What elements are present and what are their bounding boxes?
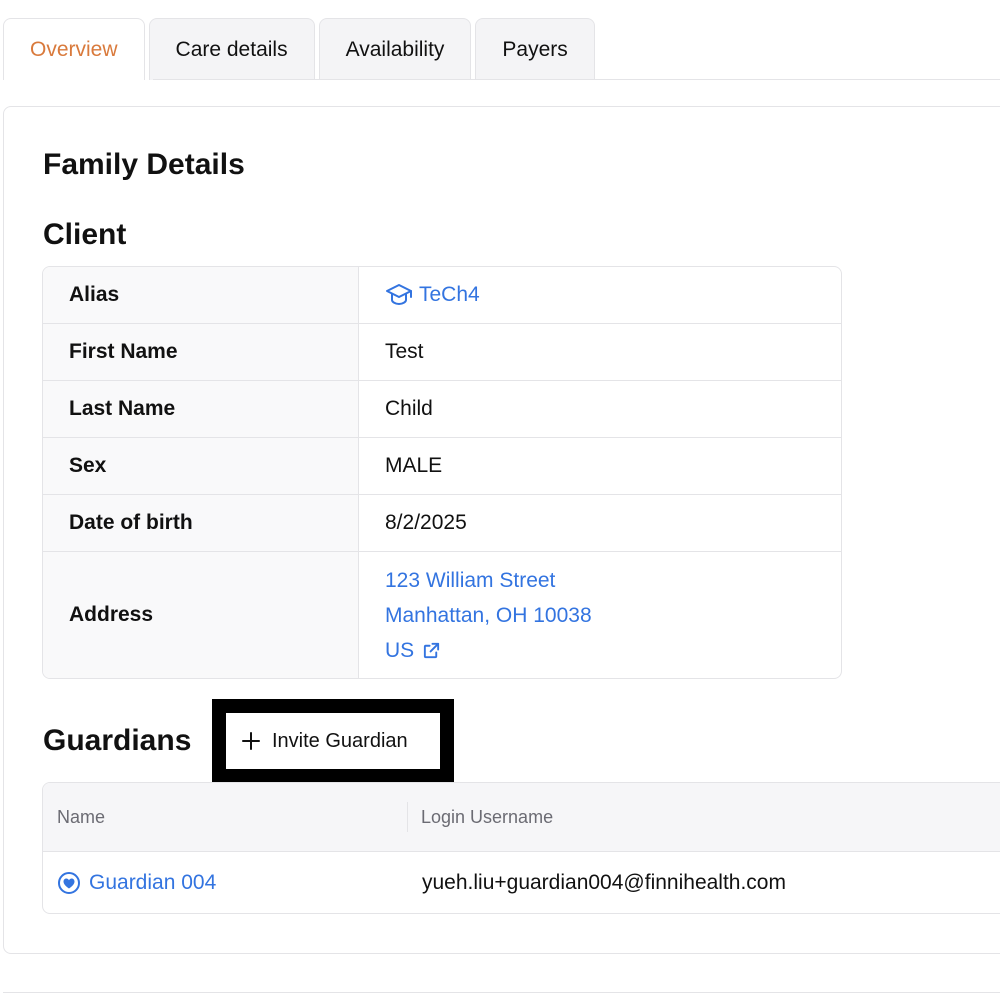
last-name-value: Child — [385, 397, 433, 420]
tab-care-details[interactable]: Care details — [148, 18, 315, 80]
tab-payers[interactable]: Payers — [475, 18, 595, 80]
client-row-dob: Date of birth 8/2/2025 — [43, 495, 841, 552]
client-row-address: Address 123 William Street Manhattan, OH… — [43, 552, 841, 678]
client-details-table: Alias TeCh4 First Name Test Last Name Ch… — [42, 266, 842, 679]
graduation-cap-icon — [385, 283, 413, 307]
dob-value: 8/2/2025 — [385, 511, 467, 534]
alias-link[interactable]: TeCh4 — [359, 267, 841, 323]
last-name-label: Last Name — [43, 381, 359, 437]
external-link-icon — [422, 641, 441, 660]
address-value: 123 William Street Manhattan, OH 10038 U… — [359, 552, 841, 678]
dob-label: Date of birth — [43, 495, 359, 551]
guardians-table: Name Login Username Guardian 004 yueh.li… — [42, 782, 1000, 914]
guardians-table-header: Name Login Username — [43, 783, 1000, 852]
guardian-login: yueh.liu+guardian004@finnihealth.com — [422, 871, 786, 894]
column-header-name[interactable]: Name — [43, 783, 407, 851]
plus-icon — [240, 730, 262, 752]
sex-value: MALE — [385, 454, 443, 477]
guardian-name: Guardian 004 — [89, 871, 217, 894]
tab-availability[interactable]: Availability — [318, 18, 472, 80]
tab-divider — [153, 79, 1000, 80]
invite-guardian-button[interactable]: Invite Guardian — [226, 713, 440, 769]
heart-circle-icon — [57, 871, 81, 895]
address-line-2: Manhattan, OH 10038 — [385, 603, 592, 627]
table-row: Guardian 004 yueh.liu+guardian004@finnih… — [43, 852, 1000, 913]
first-name-value: Test — [385, 340, 424, 363]
alias-label: Alias — [43, 267, 359, 323]
tab-bar: Overview Care details Availability Payer… — [3, 18, 595, 80]
client-row-sex: Sex MALE — [43, 438, 841, 495]
address-link[interactable]: 123 William Street Manhattan, OH 10038 U… — [385, 568, 592, 663]
bottom-divider — [3, 992, 1000, 993]
invite-guardian-label: Invite Guardian — [272, 729, 408, 752]
client-row-first-name: First Name Test — [43, 324, 841, 381]
client-row-alias: Alias TeCh4 — [43, 267, 841, 324]
tab-overview[interactable]: Overview — [3, 18, 145, 80]
guardian-name-link[interactable]: Guardian 004 — [43, 852, 407, 913]
guardians-section-title: Guardians — [43, 724, 192, 757]
address-label: Address — [43, 552, 359, 678]
sex-label: Sex — [43, 438, 359, 494]
column-header-login[interactable]: Login Username — [408, 807, 553, 828]
alias-value: TeCh4 — [419, 283, 480, 306]
address-line-3-wrap: US — [385, 638, 592, 663]
address-line-1: 123 William Street — [385, 568, 556, 592]
client-row-last-name: Last Name Child — [43, 381, 841, 438]
address-line-3: US — [385, 638, 415, 662]
first-name-label: First Name — [43, 324, 359, 380]
page-title: Family Details — [43, 148, 245, 181]
invite-guardian-highlight: Invite Guardian — [212, 699, 454, 783]
client-section-title: Client — [43, 218, 127, 251]
